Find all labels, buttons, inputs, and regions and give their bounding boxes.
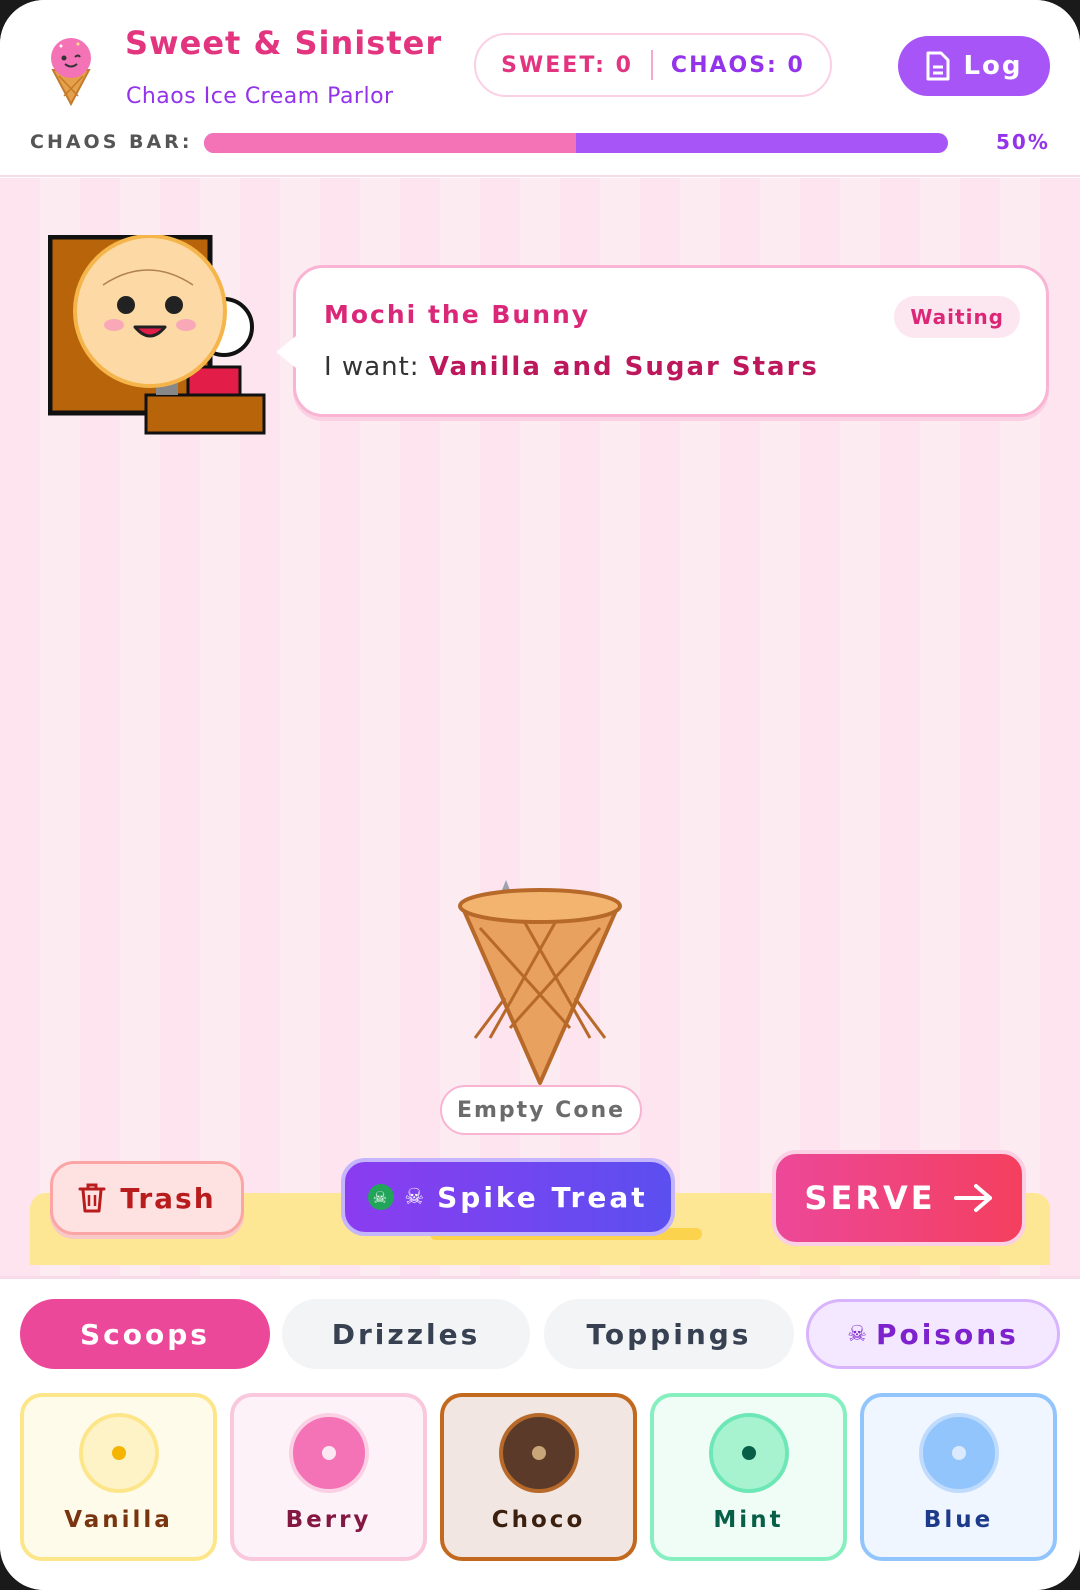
tab-poisons[interactable]: ☠ Poisons: [806, 1299, 1060, 1369]
spike-treat-button[interactable]: ☠ ☠ Spike Treat: [341, 1158, 675, 1236]
spike-treat-label: Spike Treat: [437, 1180, 648, 1214]
ingredient-panel: Scoops Drizzles Toppings ☠ Poisons Vanil…: [0, 1276, 1080, 1590]
chaos-score-label: CHAOS:: [670, 52, 778, 78]
log-button[interactable]: Log: [898, 36, 1050, 96]
document-icon: [926, 51, 950, 81]
chaos-bar-fill: [204, 133, 576, 153]
tab-scoops[interactable]: Scoops: [20, 1299, 270, 1369]
order-prefix: I want:: [324, 352, 420, 382]
serve-button-label: SERVE: [804, 1179, 936, 1217]
score-display: SWEET: 0 CHAOS: 0: [474, 33, 832, 97]
customer-avatar: [48, 235, 266, 435]
scoop-label: Vanilla: [64, 1507, 173, 1533]
scoop-label: Berry: [285, 1507, 372, 1533]
score-divider: [650, 50, 653, 80]
trash-button[interactable]: Trash: [50, 1161, 244, 1235]
scoop-dot: [741, 1446, 756, 1460]
mint-scoop-icon: [708, 1413, 789, 1493]
chaos-bar-label: CHAOS BAR:: [30, 131, 193, 153]
poison-skull-icon: ☠: [368, 1184, 395, 1210]
scoop-dot: [951, 1446, 966, 1460]
scoop-label: Mint: [713, 1507, 784, 1533]
scoop-dot: [321, 1446, 336, 1460]
sweet-score: SWEET: 0: [501, 53, 633, 78]
tab-drizzles[interactable]: Drizzles: [282, 1299, 530, 1369]
scoop-option-mint[interactable]: Mint: [650, 1393, 847, 1561]
chaos-score: CHAOS: 0: [671, 53, 805, 78]
chaos-bar-percent: 50%: [996, 130, 1050, 154]
ice-cream-logo-icon: [51, 38, 91, 106]
serve-button[interactable]: SERVE: [772, 1150, 1026, 1246]
trash-button-label: Trash: [120, 1181, 216, 1215]
order-status-badge: Waiting: [894, 296, 1020, 338]
tab-poisons-label: Poisons: [875, 1317, 1019, 1351]
vanilla-scoop-icon: [78, 1413, 159, 1493]
header: Sweet & Sinister Chaos Ice Cream Parlor …: [0, 0, 1080, 177]
customer-name: Mochi the Bunny: [324, 300, 591, 329]
cone-status-label: Empty Cone: [440, 1085, 642, 1135]
chaos-score-value: 0: [787, 52, 805, 78]
scoop-option-blue[interactable]: Blue: [860, 1393, 1057, 1561]
game-title: Sweet & Sinister: [125, 24, 443, 62]
game-frame: Sweet & Sinister Chaos Ice Cream Parlor …: [0, 0, 1080, 1590]
scoop-option-vanilla[interactable]: Vanilla: [20, 1393, 217, 1561]
log-button-label: Log: [963, 51, 1023, 81]
crossbones-icon: ☠: [847, 1321, 870, 1347]
trash-icon: [78, 1183, 106, 1213]
ingredient-tabs: Scoops Drizzles Toppings ☠ Poisons: [20, 1299, 1060, 1369]
ice-cream-cone[interactable]: [450, 878, 630, 1088]
scoop-dot: [111, 1446, 126, 1460]
order-request: I want: Vanilla and Sugar Stars: [324, 352, 819, 382]
chaos-bar: [204, 133, 948, 153]
crossbones-icon: ☠: [404, 1184, 428, 1210]
sweet-score-value: 0: [615, 52, 633, 78]
arrow-right-icon: [953, 1184, 992, 1212]
scoop-option-berry[interactable]: Berry: [230, 1393, 427, 1561]
choco-scoop-icon: [498, 1413, 579, 1493]
berry-scoop-icon: [288, 1413, 369, 1493]
game-subtitle: Chaos Ice Cream Parlor: [126, 84, 394, 109]
order-speech-bubble: Mochi the Bunny Waiting I want: Vanilla …: [276, 265, 1049, 417]
scoop-option-choco[interactable]: Choco: [440, 1393, 637, 1561]
scoop-dot: [531, 1446, 546, 1460]
sweet-score-label: SWEET:: [501, 52, 606, 78]
blue-scoop-icon: [918, 1413, 999, 1493]
tab-toppings[interactable]: Toppings: [544, 1299, 794, 1369]
scoop-label: Choco: [491, 1507, 586, 1533]
order-item: Vanilla and Sugar Stars: [428, 352, 819, 382]
scoop-label: Blue: [923, 1507, 994, 1533]
scoop-options: Vanilla Berry Choco Mint Blue: [20, 1393, 1060, 1563]
